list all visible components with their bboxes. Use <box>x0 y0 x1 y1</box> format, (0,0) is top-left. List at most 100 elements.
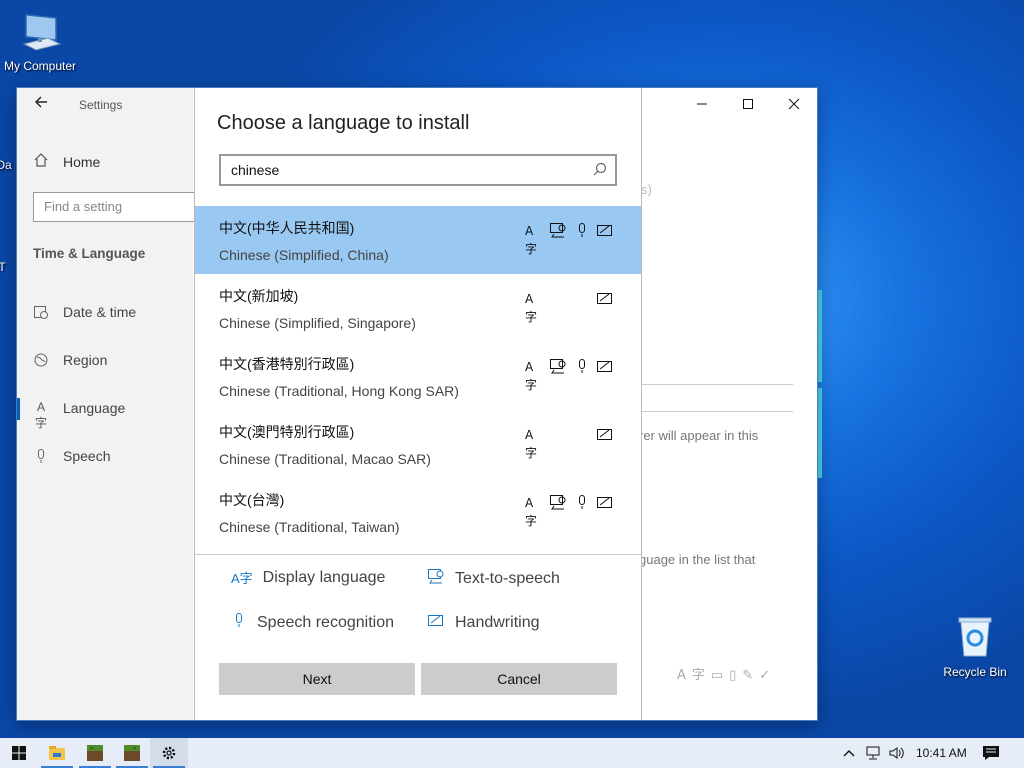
display-language-icon: A字 <box>525 360 538 392</box>
action-center-button[interactable] <box>982 738 1000 768</box>
taskbar-file-explorer[interactable] <box>38 738 76 768</box>
choose-language-dialog: Choose a language to install chinese 中文(… <box>194 88 642 720</box>
globe-icon <box>33 352 49 368</box>
cancel-button[interactable]: Cancel <box>421 663 617 695</box>
find-setting-input[interactable]: Find a setting <box>33 192 209 222</box>
clock[interactable]: 10:41 AM <box>916 738 967 768</box>
volume-tray-icon[interactable] <box>888 738 906 768</box>
settings-sidebar: Settings Home Find a setting Time & Lang… <box>17 88 209 720</box>
my-computer-desktop-icon[interactable]: My Computer <box>0 10 80 73</box>
language-icon: A字 <box>34 400 47 430</box>
network-icon <box>866 746 880 760</box>
find-setting-placeholder: Find a setting <box>44 199 123 214</box>
language-search-input[interactable]: chinese <box>219 154 617 186</box>
computer-icon <box>0 10 80 57</box>
language-list-item[interactable]: 中文(澳門特別行政區) Chinese (Traditional, Macao S… <box>195 410 641 478</box>
language-list-item[interactable]: 中文(中华人民共和国) Chinese (Simplified, China) A字 <box>195 206 641 274</box>
language-native-name: 中文(新加坡) <box>219 288 299 304</box>
legend-handwriting: Handwriting <box>427 612 539 633</box>
minecraft-icon <box>87 745 103 761</box>
language-list-item[interactable]: 中文(香港特別行政區) Chinese (Traditional, Hong Ko… <box>195 342 641 410</box>
minimize-button[interactable] <box>679 88 725 120</box>
background-window-edge <box>817 290 822 382</box>
background-text: guage in the list that <box>639 552 756 567</box>
legend-label: Display language <box>262 568 386 586</box>
sidebar-home[interactable]: Home <box>33 152 100 171</box>
recycle-bin-icon <box>935 612 1015 663</box>
clock-calendar-icon <box>33 304 49 320</box>
display-language-icon: A字 <box>231 571 253 586</box>
search-value: chinese <box>231 162 280 178</box>
microphone-icon <box>33 448 49 464</box>
my-computer-label: My Computer <box>3 59 77 73</box>
settings-window-title: Settings <box>79 98 123 112</box>
search-icon[interactable] <box>593 162 607 181</box>
handwriting-icon <box>596 426 612 442</box>
sidebar-item-label: Date & time <box>63 304 137 320</box>
handwriting-icon <box>596 290 612 306</box>
recycle-bin-label: Recycle Bin <box>943 665 1007 679</box>
sidebar-item-region[interactable]: Region <box>33 352 107 368</box>
chevron-up-icon <box>843 750 855 757</box>
recycle-bin-desktop-icon[interactable]: Recycle Bin <box>935 612 1015 679</box>
file-explorer-icon <box>49 746 65 760</box>
text-to-speech-icon <box>549 358 566 374</box>
language-english-name: Chinese (Traditional, Taiwan) <box>219 519 400 535</box>
display-language-icon: A字 <box>525 292 538 324</box>
section-title: Time & Language <box>33 246 146 261</box>
background-window-edge <box>817 388 822 478</box>
sidebar-item-date-time[interactable]: Date & time <box>33 304 136 320</box>
start-icon <box>12 746 26 760</box>
handwriting-icon <box>596 358 612 374</box>
window-title-buttons <box>679 88 817 120</box>
handwriting-icon <box>596 494 612 510</box>
speaker-icon <box>889 747 904 759</box>
sidebar-item-label: Speech <box>63 448 111 464</box>
language-english-name: Chinese (Traditional, Macao SAR) <box>219 451 431 467</box>
background-feature-icons: A字▭▯✎✓ <box>677 668 777 683</box>
speech-recognition-icon <box>574 358 590 374</box>
network-tray-icon[interactable] <box>865 738 883 768</box>
background-text: s) <box>641 182 652 197</box>
legend-display-language: A字 Display language <box>231 568 385 587</box>
text-to-speech-icon <box>549 494 566 510</box>
display-language-icon: A字 <box>525 496 538 528</box>
close-icon <box>788 98 800 110</box>
minecraft-icon <box>124 745 140 761</box>
language-list-item[interactable]: 中文(台灣) Chinese (Traditional, Taiwan) A字 <box>195 478 641 546</box>
separator <box>195 554 641 555</box>
handwriting-icon <box>596 222 612 238</box>
sidebar-item-label: Language <box>63 400 126 416</box>
minimize-icon <box>697 103 707 105</box>
handwriting-icon <box>427 612 445 633</box>
text-to-speech-icon <box>427 568 445 589</box>
speech-recognition-icon <box>574 222 590 238</box>
taskbar-minecraft-2[interactable] <box>113 738 151 768</box>
display-language-icon: A字 <box>525 224 538 256</box>
back-arrow-icon[interactable] <box>33 94 49 115</box>
language-list-item[interactable]: 中文(新加坡) Chinese (Simplified, Singapore) A字 <box>195 274 641 342</box>
taskbar-settings[interactable] <box>150 738 188 768</box>
dialog-title: Choose a language to install <box>217 112 470 134</box>
maximize-icon <box>743 99 753 109</box>
selected-indicator <box>17 398 20 420</box>
sidebar-item-speech[interactable]: Speech <box>33 448 110 464</box>
speech-recognition-icon <box>231 612 247 633</box>
next-button[interactable]: Next <box>219 663 415 695</box>
show-hidden-icons-button[interactable] <box>842 738 856 768</box>
start-button[interactable] <box>0 738 38 768</box>
speech-recognition-icon <box>574 494 590 510</box>
home-label: Home <box>63 153 101 170</box>
language-english-name: Chinese (Traditional, Hong Kong SAR) <box>219 383 459 399</box>
background-dropdown <box>641 384 793 412</box>
language-english-name: Chinese (Simplified, China) <box>219 247 389 263</box>
close-button[interactable] <box>771 88 817 120</box>
display-language-icon: A字 <box>525 428 538 460</box>
legend-label: Speech recognition <box>257 613 394 631</box>
taskbar-minecraft-1[interactable] <box>76 738 114 768</box>
taskbar: 10:41 AM <box>0 738 1024 768</box>
language-native-name: 中文(澳門特別行政區) <box>219 424 355 440</box>
legend-label: Text-to-speech <box>455 569 560 587</box>
sidebar-item-language[interactable]: A字 Language <box>33 400 126 430</box>
maximize-button[interactable] <box>725 88 771 120</box>
